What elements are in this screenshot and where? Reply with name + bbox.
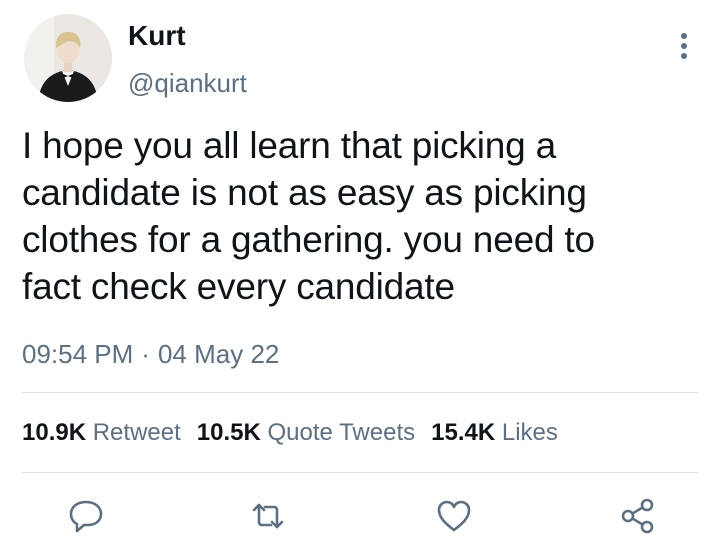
- avatar[interactable]: [24, 14, 112, 102]
- retweet-count[interactable]: 10.9K Retweet: [22, 418, 181, 448]
- more-vertical-icon[interactable]: [672, 26, 696, 66]
- tweet-text-line: fact check every candidate: [22, 266, 455, 307]
- tweet-actions: [0, 494, 720, 544]
- tweet-date: 04 May 22: [157, 339, 280, 369]
- tweet-text-line: clothes for a gathering. you need to: [22, 219, 595, 260]
- tweet-timestamp[interactable]: 09:54 PM · 04 May 22: [22, 338, 279, 370]
- timestamp-separator: ·: [141, 339, 150, 369]
- user-name[interactable]: Kurt: [128, 20, 186, 52]
- divider: [22, 472, 698, 473]
- tweet-text-line: I hope you all learn that picking a: [22, 125, 556, 166]
- likes-count[interactable]: 15.4K Likes: [431, 418, 558, 448]
- tweet-text-line: candidate is not as easy as picking: [22, 172, 587, 213]
- user-handle[interactable]: @qiankurt: [128, 68, 247, 98]
- reply-icon[interactable]: [64, 494, 108, 538]
- tweet-stats: 10.9K Retweet 10.5K Quote Tweets 15.4K Lik…: [22, 418, 574, 448]
- tweet-time: 09:54 PM: [22, 339, 134, 369]
- divider: [22, 392, 698, 393]
- tweet-card: Kurt @qiankurt I hope you all learn that…: [0, 0, 720, 558]
- quote-tweets-count[interactable]: 10.5K Quote Tweets: [197, 418, 415, 448]
- share-icon[interactable]: [616, 494, 660, 538]
- retweet-icon[interactable]: [246, 494, 290, 538]
- tweet-text: I hope you all learn that picking a cand…: [22, 122, 692, 310]
- heart-icon[interactable]: [432, 494, 476, 538]
- tweet-header: Kurt @qiankurt: [24, 14, 696, 106]
